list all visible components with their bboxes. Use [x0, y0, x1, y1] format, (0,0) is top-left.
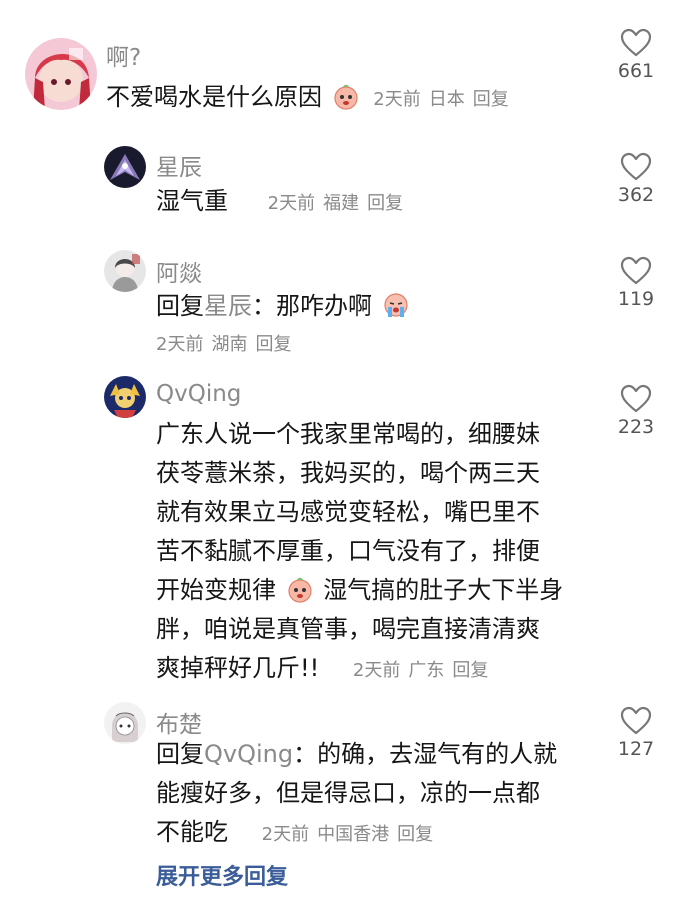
comment-meta: 2天前 中国香港 回复	[262, 824, 433, 845]
comment-text-segment: 不能吃	[156, 818, 228, 846]
comment-text: 不爱喝水是什么原因 2天前 日本 回复	[106, 78, 509, 119]
comment-text-line: 苦不黏腻不厚重，口气没有了，排便	[156, 537, 540, 565]
comment-text-segment: 爽掉秤好几斤!!	[156, 654, 320, 682]
like-count: 661	[617, 60, 655, 82]
reply-button[interactable]: 回复	[452, 660, 488, 681]
like-button[interactable]: 127	[606, 706, 666, 760]
comment-text: 回复QvQing：的确，去湿气有的人就 能瘦好多，但是得忌口，凉的一点都 不能吃…	[156, 735, 557, 854]
comment-text-line: 能瘦好多，但是得忌口，凉的一点都	[156, 779, 540, 807]
peach-emoji-icon	[334, 84, 358, 110]
comment-meta: 2天前 日本 回复	[373, 89, 508, 110]
avatar[interactable]	[104, 376, 146, 418]
mention-link[interactable]: QvQing	[204, 740, 293, 768]
comment-text-segment: ：的确，去湿气有的人就	[293, 740, 558, 768]
heart-outline-icon	[620, 706, 652, 735]
comment-list: 啊? 不爱喝水是什么原因 2天前 日本 回复 661 星辰 湿气重 2天前 福建…	[0, 0, 690, 899]
comment-meta: 2天前 福建 回复	[268, 193, 403, 214]
comment-location: 日本	[428, 89, 465, 110]
comment-location: 广东	[408, 660, 445, 681]
comment-location: 湖南	[211, 334, 248, 355]
avatar[interactable]	[104, 146, 146, 188]
comment-text-line: 开始变规律 湿气搞的肚子大下半身	[156, 571, 563, 610]
like-count: 127	[617, 738, 655, 760]
heart-outline-icon	[620, 152, 652, 181]
comment-time: 2天前	[267, 193, 316, 214]
comment-text-line: ：那咋办啊	[252, 292, 372, 320]
comment-text: 回复星辰：那咋办啊	[156, 287, 412, 326]
comment-time: 2天前	[156, 334, 204, 355]
comment-time: 2天前	[352, 660, 401, 681]
heart-outline-icon	[620, 28, 652, 57]
comment-location: 中国香港	[317, 824, 390, 845]
comment-text-segment: 湿气搞的肚子大下半身	[323, 576, 564, 604]
comment-meta: 2天前 广东 回复	[353, 660, 488, 681]
mention-link[interactable]: 星辰	[204, 292, 252, 320]
avatar[interactable]	[104, 702, 146, 744]
comment-text: 广东人说一个我家里常喝的，细腰妹 茯苓薏米茶，我妈买的，喝个两三天 就有效果立马…	[156, 415, 563, 690]
comment-text-line: 胖，咱说是真管事，喝完直接清清爽	[156, 615, 540, 643]
reply-prefix: 回复	[156, 740, 204, 768]
like-count: 223	[617, 416, 655, 438]
like-count: 119	[617, 288, 655, 310]
comment-username[interactable]: 阿燚	[156, 254, 202, 288]
avatar[interactable]	[104, 250, 146, 292]
reply-button[interactable]: 回复	[397, 824, 433, 845]
comment-text-line: 湿气重	[156, 187, 228, 215]
comment-text-line: 不能吃 2天前 中国香港 回复	[156, 813, 557, 854]
comment-text-line: 茯苓薏米茶，我妈买的，喝个两三天	[156, 459, 540, 487]
reply-button[interactable]: 回复	[367, 193, 403, 214]
comment-text: 湿气重 2天前 福建 回复	[156, 182, 403, 223]
comment-text-line: 不爱喝水是什么原因	[106, 83, 322, 111]
peach-emoji-icon	[288, 577, 312, 603]
comment-text-segment: 开始变规律	[156, 576, 276, 604]
like-count: 362	[617, 184, 655, 206]
like-button[interactable]: 661	[606, 28, 666, 82]
comment-username[interactable]: 星辰	[156, 148, 202, 182]
expand-more-replies-button[interactable]: 展开更多回复	[156, 859, 288, 891]
like-button[interactable]: 119	[606, 256, 666, 310]
comment-text-line: 广东人说一个我家里常喝的，细腰妹	[156, 420, 540, 448]
comment-text-line: 就有效果立马感觉变轻松，嘴巴里不	[156, 498, 540, 526]
reply-button[interactable]: 回复	[255, 334, 291, 355]
comment-time: 2天前	[373, 89, 421, 110]
comment-meta: 2天前 湖南 回复	[156, 330, 291, 356]
like-button[interactable]: 362	[606, 152, 666, 206]
comment-username[interactable]: QvQing	[156, 381, 241, 407]
avatar[interactable]	[25, 38, 97, 110]
comment-username[interactable]: 布楚	[156, 705, 202, 739]
comment-username[interactable]: 啊?	[106, 38, 141, 72]
comment-location: 福建	[323, 193, 360, 214]
comment-text-line: 爽掉秤好几斤!! 2天前 广东 回复	[156, 649, 563, 690]
crying-emoji-icon	[384, 293, 408, 317]
heart-outline-icon	[620, 256, 652, 285]
like-button[interactable]: 223	[606, 384, 666, 438]
reply-button[interactable]: 回复	[473, 89, 509, 110]
comment-text-line: 回复QvQing：的确，去湿气有的人就	[156, 735, 557, 774]
reply-prefix: 回复	[156, 292, 204, 320]
comment-time: 2天前	[261, 824, 310, 845]
heart-outline-icon	[620, 384, 652, 413]
